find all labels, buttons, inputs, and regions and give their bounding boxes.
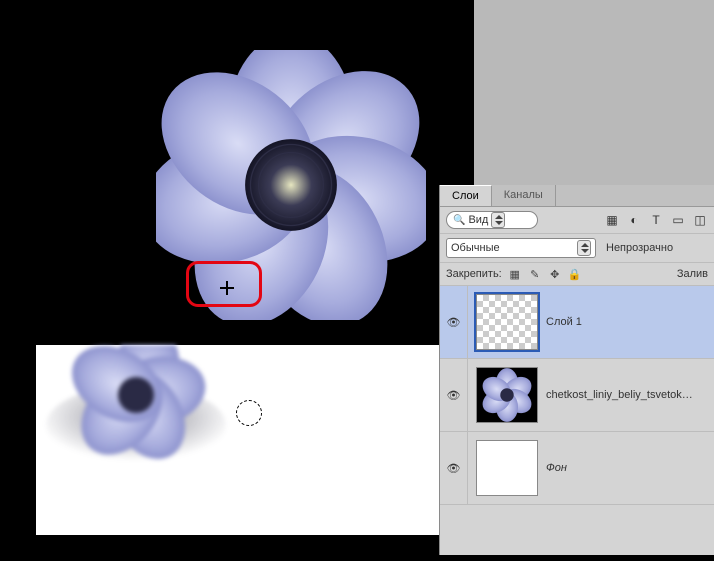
layer-row-2[interactable]: 👁	[440, 359, 714, 432]
layer-thumbnail[interactable]	[476, 440, 538, 496]
stepper-icon[interactable]	[577, 240, 591, 256]
layer-name[interactable]: Фон	[546, 462, 567, 474]
lock-row: Закрепить: ▦ ✎ ✥ 🔒 Залив	[440, 263, 714, 286]
visibility-toggle[interactable]: 👁	[440, 359, 468, 431]
blend-mode-select[interactable]: Обычные	[446, 238, 596, 258]
opacity-label[interactable]: Непрозрачно	[606, 242, 673, 254]
layer-thumbnail[interactable]	[476, 367, 538, 423]
tab-layers[interactable]: Слои	[440, 185, 492, 206]
layer-row-1[interactable]: 👁 Слой 1	[440, 286, 714, 359]
lock-label: Закрепить:	[446, 268, 502, 280]
filter-pixel-icon[interactable]: ▦	[604, 212, 620, 228]
visibility-toggle[interactable]: 👁	[440, 286, 468, 358]
search-icon: 🔍	[453, 215, 465, 226]
eye-icon: 👁	[447, 389, 461, 402]
flower-image-bottom	[36, 345, 236, 485]
panel-tabs: Слои Каналы	[440, 185, 714, 207]
crosshair-cursor-icon	[220, 281, 234, 295]
lock-pixels-icon[interactable]: ✎	[528, 267, 542, 281]
brush-outline-icon	[236, 400, 262, 426]
stepper-icon[interactable]	[491, 212, 505, 228]
blend-opacity-row: Обычные Непрозрачно	[440, 234, 714, 263]
canvas-white-background	[36, 345, 456, 535]
visibility-toggle[interactable]: 👁	[440, 432, 468, 504]
layer-name[interactable]: Слой 1	[546, 316, 582, 328]
eye-icon: 👁	[447, 316, 461, 329]
tab-channels[interactable]: Каналы	[492, 185, 556, 206]
layer-name[interactable]: chetkost_liniy_beliy_tsvetok_na	[546, 389, 696, 401]
lock-all-icon[interactable]: 🔒	[568, 267, 582, 281]
canvas-area[interactable]: Слои Каналы 🔍 Вид ▦ ◐ T ▭ ◫ Обычные Непр…	[0, 0, 714, 561]
fill-label[interactable]: Залив	[677, 268, 708, 280]
blend-mode-value: Обычные	[451, 242, 500, 254]
layer-filter-select[interactable]: 🔍 Вид	[446, 211, 538, 229]
filter-label: Вид	[468, 214, 488, 226]
layer-thumbnail[interactable]	[476, 294, 538, 350]
panel-filter-row: 🔍 Вид ▦ ◐ T ▭ ◫	[440, 207, 714, 234]
filter-type-icon[interactable]: T	[648, 212, 664, 228]
layers-panel: Слои Каналы 🔍 Вид ▦ ◐ T ▭ ◫ Обычные Непр…	[439, 185, 714, 555]
layer-list: 👁 Слой 1 👁	[440, 286, 714, 555]
lock-transparency-icon[interactable]: ▦	[508, 267, 522, 281]
layer-row-3[interactable]: 👁 Фон	[440, 432, 714, 505]
filter-adjustment-icon[interactable]: ◐	[626, 212, 642, 228]
filter-shape-icon[interactable]: ▭	[670, 212, 686, 228]
lock-position-icon[interactable]: ✥	[548, 267, 562, 281]
eye-icon: 👁	[447, 462, 461, 475]
filter-smartobject-icon[interactable]: ◫	[692, 212, 708, 228]
canvas-pasteboard	[474, 0, 714, 185]
